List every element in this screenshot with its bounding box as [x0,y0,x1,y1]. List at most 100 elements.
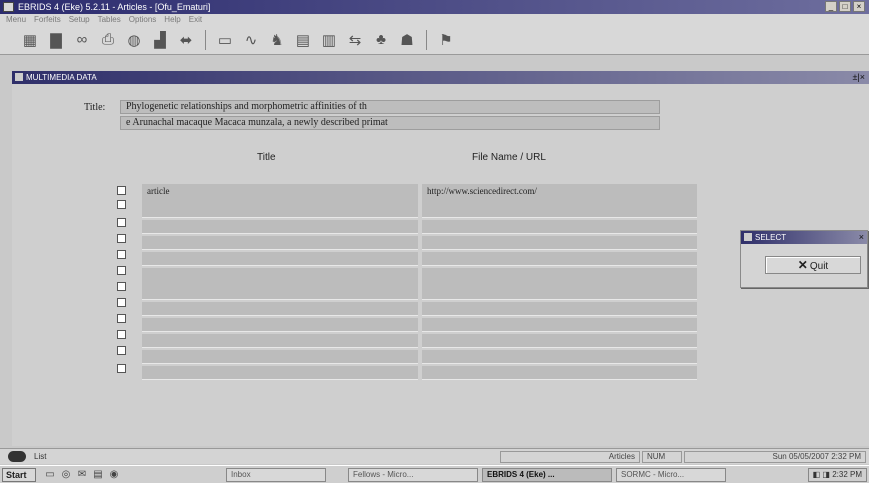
graph-icon[interactable]: ∿ [241,30,261,50]
monitor-icon[interactable]: ▭ [215,30,235,50]
row-checkbox[interactable] [117,330,126,339]
flag-icon[interactable]: ⚑ [436,30,456,50]
row-title-cell[interactable] [142,350,418,364]
select-window-titlebar: SELECT × [741,231,867,244]
printer-icon[interactable]: ⎙ [98,30,118,50]
grid-icon[interactable]: ▦ [20,30,40,50]
people-icon[interactable]: ☗ [397,30,417,50]
folder-icon[interactable]: ▤ [92,469,104,481]
row-checkbox[interactable] [117,200,126,209]
globe-icon[interactable]: ◍ [124,30,144,50]
row-file-cell[interactable] [422,268,697,300]
row-title-cell[interactable] [142,268,418,300]
row-title-cell[interactable] [142,366,418,380]
data-icon[interactable]: ▥ [319,30,339,50]
window-controls: _ □ × [825,1,865,12]
row-checkbox[interactable] [117,266,126,275]
tree-icon[interactable]: ♣ [371,30,391,50]
subwindow-controls[interactable]: ±|× [852,71,865,84]
tray-icons[interactable]: ◧ ◨ [813,470,830,479]
link-icon[interactable]: ⇆ [345,30,365,50]
browser-icon[interactable]: ◎ [60,469,72,481]
row-checkbox[interactable] [117,234,126,243]
row-file-cell[interactable] [422,236,697,250]
taskbar: Start ▭ ◎ ✉ ▤ ◉ Inbox Fellows - Micro...… [0,465,869,483]
row-title-cell[interactable]: article [142,184,418,218]
table-row: article http://www.sciencedirect.com/ [142,184,697,218]
row-file-cell[interactable] [422,318,697,332]
row-checkbox[interactable] [117,282,126,291]
title-field-line1[interactable]: Phylogenetic relationships and morphomet… [120,100,660,114]
menu-item-exit[interactable]: Exit [189,14,202,25]
system-tray: ◧ ◨ 2:32 PM [807,468,867,482]
column-header-title: Title [257,152,276,163]
row-file-cell[interactable] [422,350,697,364]
start-button[interactable]: Start [2,468,36,482]
row-file-cell[interactable] [422,366,697,380]
row-checkbox[interactable] [117,364,126,373]
row-file-cell[interactable]: http://www.sciencedirect.com/ [422,184,697,218]
row-title-cell[interactable] [142,236,418,250]
row-file-cell[interactable] [422,220,697,234]
row-title-cell[interactable] [142,334,418,348]
minimize-button[interactable]: _ [825,1,837,12]
row-checkbox[interactable] [117,314,126,323]
row-checkbox[interactable] [117,218,126,227]
row-title-cell[interactable] [142,302,418,316]
row-title-cell[interactable] [142,318,418,332]
menu-item-options[interactable]: Options [129,14,157,25]
binoculars-icon[interactable]: ∞ [72,30,92,50]
table-icon[interactable]: ▇ [46,30,66,50]
title-field-line2[interactable]: e Arunachal macaque Macaca munzala, a ne… [120,116,660,130]
menu-item-help[interactable]: Help [164,14,180,25]
desktop-icon[interactable]: ▭ [44,469,56,481]
status-datetime: Sun 05/05/2007 2:32 PM [684,451,866,463]
select-window: SELECT × ✕ Quit [740,230,868,288]
arrows-icon[interactable]: ⬌ [176,30,196,50]
row-title-cell[interactable] [142,252,418,266]
table-row [142,318,697,332]
window-title: EBRIDS 4 (Eke) 5.2.11 - Articles - [Ofu_… [18,2,211,12]
table-row [142,350,697,364]
row-file-cell[interactable] [422,334,697,348]
chart-icon[interactable]: ▟ [150,30,170,50]
row-file-cell[interactable] [422,302,697,316]
table-row [142,334,697,348]
table-row [142,302,697,316]
toolbar-separator [205,29,206,50]
table-row [142,268,697,300]
menu-item-forfeits[interactable]: Forfeits [34,14,61,25]
subwindow-title: MULTIMEDIA DATA [26,73,97,82]
subwindow-titlebar: MULTIMEDIA DATA ±|× [12,71,869,84]
column-header-file: File Name / URL [472,152,546,163]
menu-item-menu[interactable]: Menu [6,14,26,25]
taskbar-item-inbox[interactable]: Inbox [226,468,326,482]
close-button[interactable]: × [853,1,865,12]
taskbar-item-fellows[interactable]: Fellows - Micro... [348,468,478,482]
record-icon[interactable]: ▤ [293,30,313,50]
taskbar-item-ebrids[interactable]: EBRIDS 4 (Eke) ... [482,468,612,482]
title-label: Title: [84,102,106,113]
select-window-close-button[interactable]: × [859,231,864,244]
row-checkbox[interactable] [117,250,126,259]
menu-item-tables[interactable]: Tables [98,14,121,25]
select-window-icon [744,233,752,241]
media-icon[interactable]: ◉ [108,469,120,481]
chess-icon[interactable]: ♞ [267,30,287,50]
row-file-cell[interactable] [422,252,697,266]
window-titlebar: EBRIDS 4 (Eke) 5.2.11 - Articles - [Ofu_… [0,0,869,14]
taskbar-item-sormc[interactable]: SORMC - Micro... [616,468,726,482]
row-checkbox[interactable] [117,346,126,355]
row-checkbox[interactable] [117,298,126,307]
toolbar-separator [426,29,427,50]
close-x-icon: ✕ [797,258,808,272]
maximize-button[interactable]: □ [839,1,851,12]
table-row [142,236,697,250]
app-icon [3,2,14,12]
mail-icon[interactable]: ✉ [76,469,88,481]
row-title-cell[interactable] [142,220,418,234]
status-text: List [34,452,47,461]
quit-button[interactable]: ✕ Quit [765,256,861,274]
menu-item-setup[interactable]: Setup [69,14,90,25]
row-checkbox[interactable] [117,186,126,195]
